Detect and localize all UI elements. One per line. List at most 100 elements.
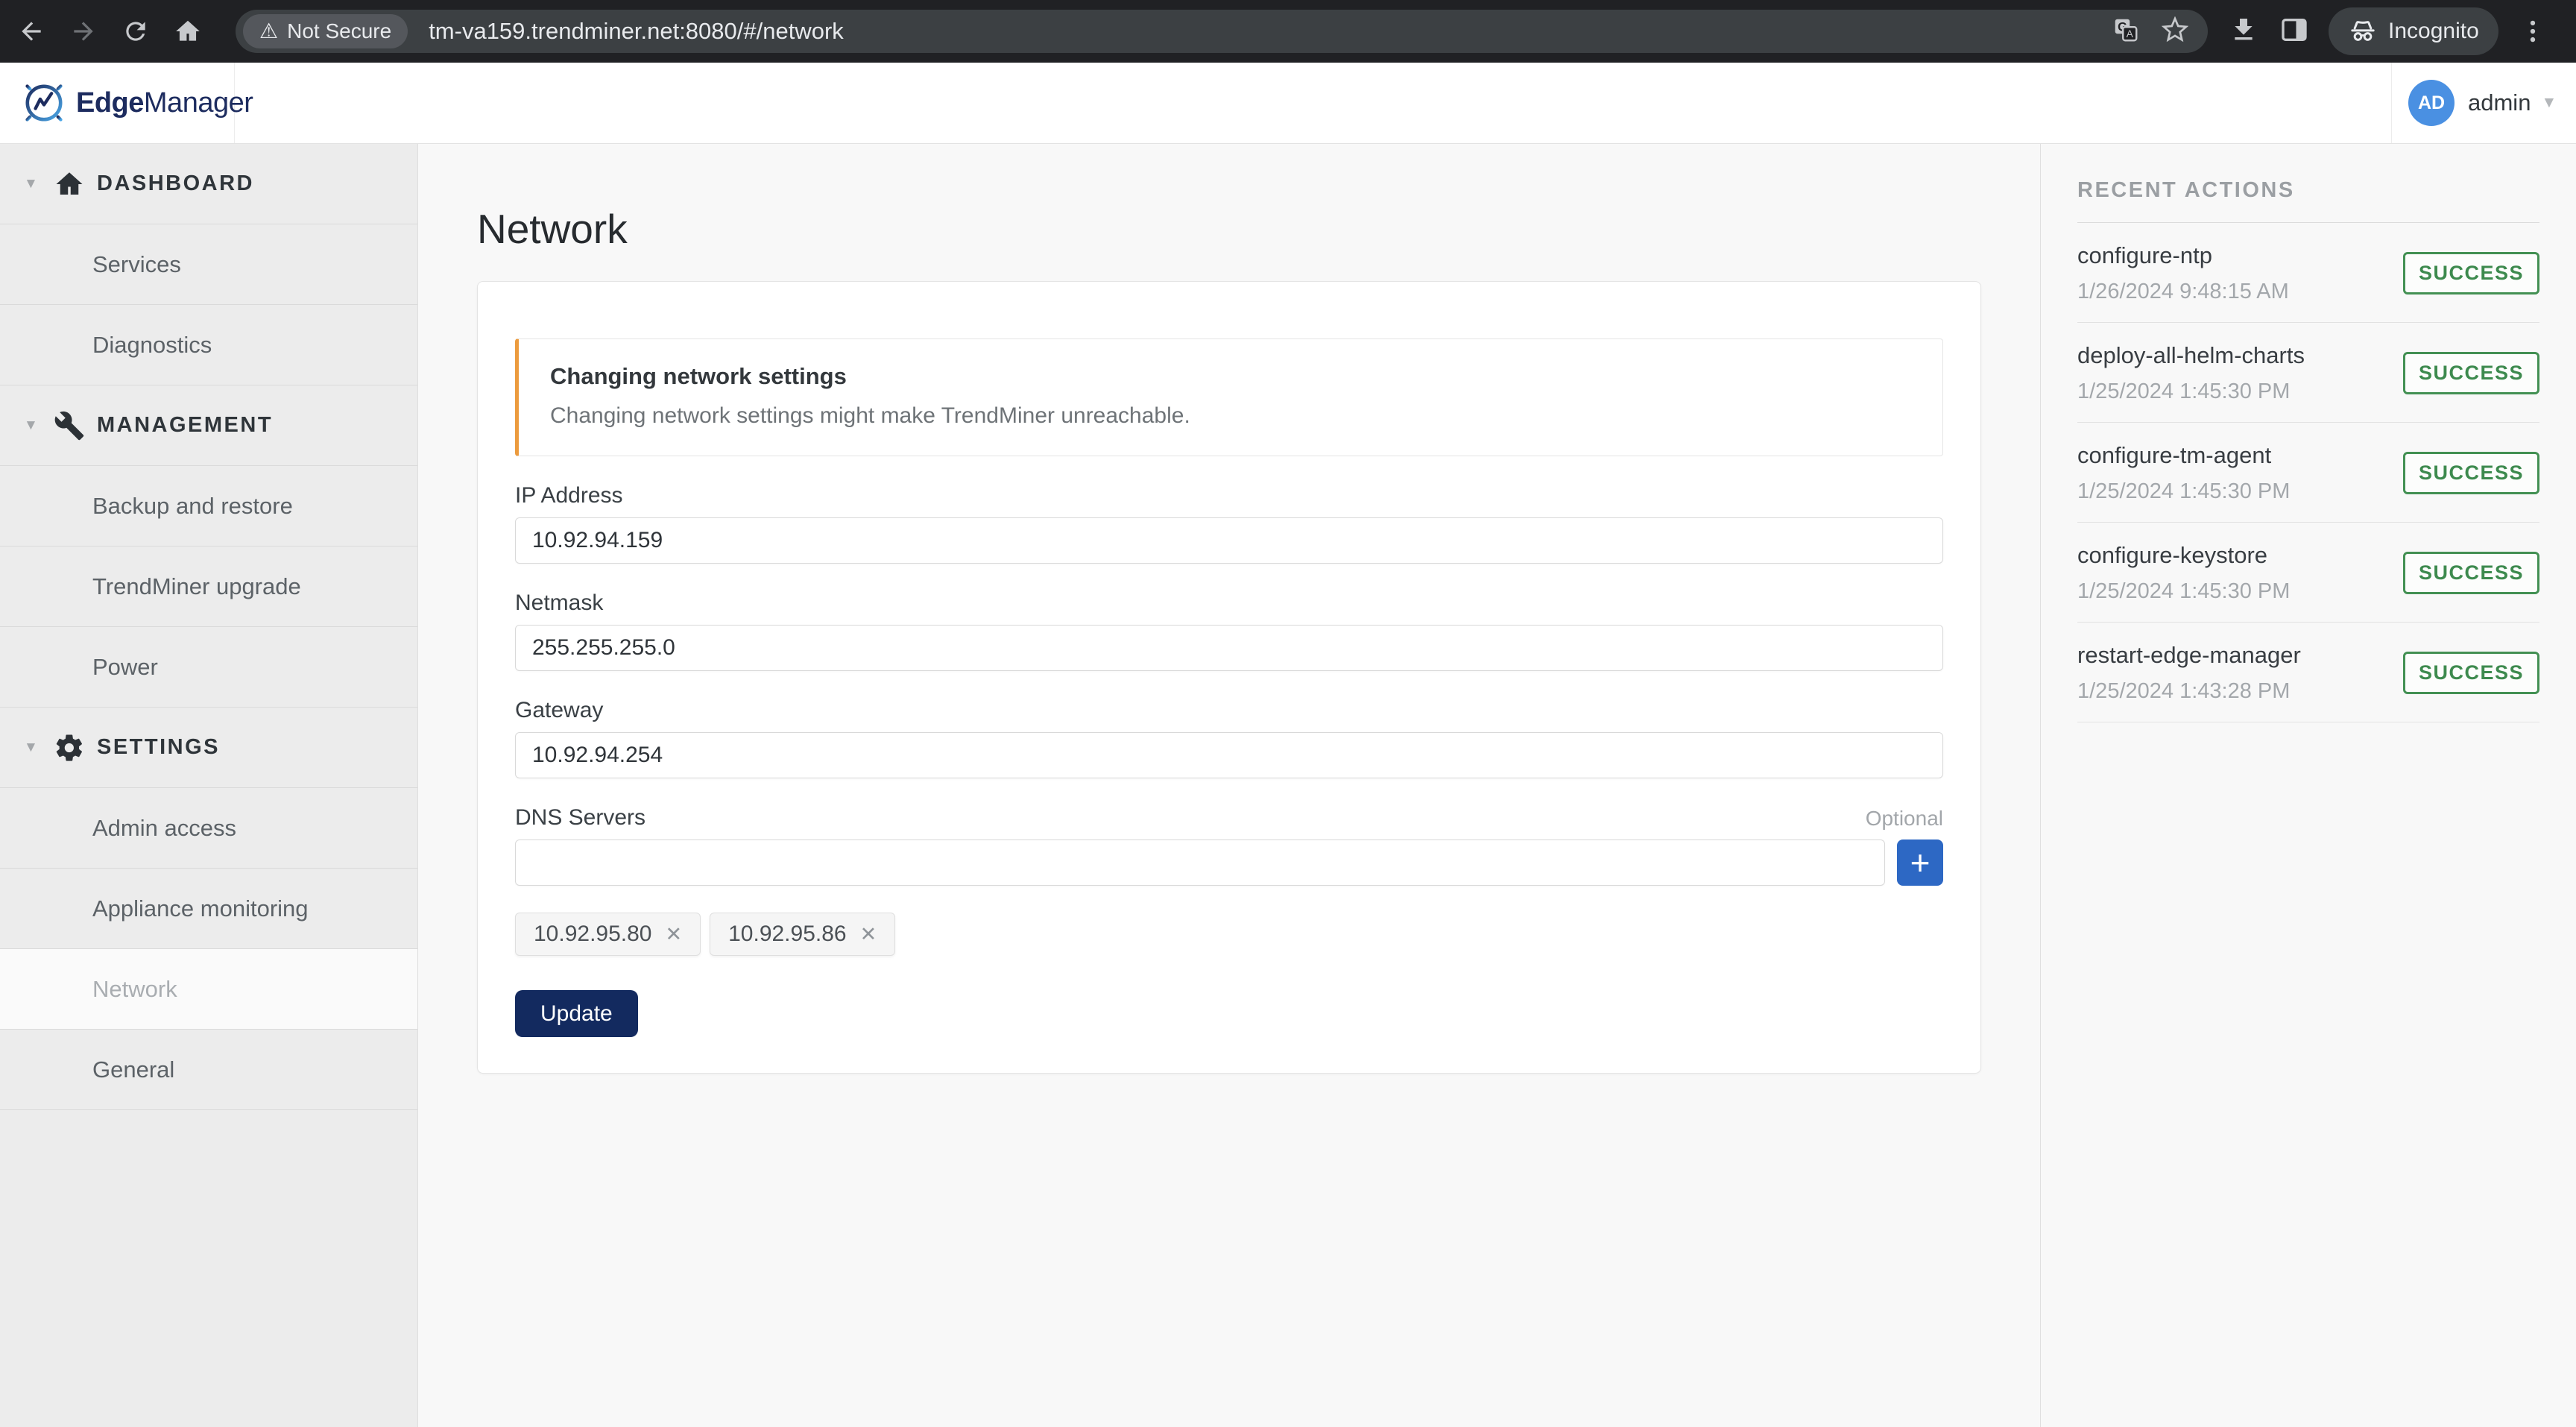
wrench-icon: [52, 410, 86, 441]
sidebar-section-dashboard[interactable]: ▼ DASHBOARD: [0, 144, 417, 224]
sidebar-item-label: General: [92, 1056, 174, 1083]
download-icon[interactable]: [2229, 15, 2258, 48]
close-icon[interactable]: ✕: [665, 923, 682, 946]
warning-callout-title: Changing network settings: [550, 363, 1913, 390]
dns-server-input[interactable]: [515, 839, 1885, 886]
gear-icon: [52, 732, 86, 763]
warning-callout-message: Changing network settings might make Tre…: [550, 403, 1913, 429]
netmask-label: Netmask: [515, 590, 1943, 616]
sidebar-item-label: Network: [92, 976, 177, 1003]
not-secure-chip[interactable]: ⚠ Not Secure: [243, 14, 408, 48]
sidebar-item-trendminer-upgrade[interactable]: TrendMiner upgrade: [0, 546, 417, 627]
chevron-down-icon: ▼: [24, 176, 42, 192]
home-button[interactable]: [167, 10, 209, 52]
security-label: Not Secure: [287, 19, 391, 43]
sidebar-item-label: Appliance monitoring: [92, 895, 309, 922]
dns-chip: 10.92.95.80 ✕: [515, 913, 701, 956]
ip-address-label: IP Address: [515, 483, 1943, 508]
reload-icon: [121, 17, 150, 45]
sidebar-item-label: Services: [92, 251, 181, 278]
status-badge: SUCCESS: [2403, 652, 2539, 694]
status-badge: SUCCESS: [2403, 452, 2539, 494]
action-timestamp: 1/26/2024 9:48:15 AM: [2077, 280, 2289, 304]
incognito-icon: [2348, 16, 2378, 46]
add-dns-server-button[interactable]: +: [1897, 839, 1943, 886]
sidebar-item-label: Admin access: [92, 815, 236, 842]
status-badge: SUCCESS: [2403, 352, 2539, 394]
browser-menu-button[interactable]: [2512, 10, 2554, 52]
main-content: Network Changing network settings Changi…: [419, 144, 2039, 1427]
sidebar-section-label: SETTINGS: [97, 735, 220, 760]
dns-chips: 10.92.95.80 ✕ 10.92.95.86 ✕: [515, 913, 1943, 956]
app-header: EdgeManager AD admin ▼: [0, 63, 2576, 144]
recent-actions-title: RECENT ACTIONS: [2077, 178, 2539, 203]
back-icon: [17, 17, 45, 45]
reload-button[interactable]: [115, 10, 157, 52]
action-timestamp: 1/25/2024 1:43:28 PM: [2077, 679, 2301, 704]
bookmark-star-icon[interactable]: [2162, 16, 2188, 47]
action-item: configure-keystore 1/25/2024 1:45:30 PM …: [2077, 523, 2539, 623]
kebab-menu-icon: [2519, 17, 2547, 45]
sidebar-item-diagnostics[interactable]: Diagnostics: [0, 305, 417, 385]
action-name: configure-ntp: [2077, 242, 2289, 269]
sidebar-section-label: MANAGEMENT: [97, 413, 273, 438]
sidebar-section-settings[interactable]: ▼ SETTINGS: [0, 708, 417, 788]
action-timestamp: 1/25/2024 1:45:30 PM: [2077, 379, 2305, 404]
sidebar-section-label: DASHBOARD: [97, 171, 254, 196]
action-timestamp: 1/25/2024 1:45:30 PM: [2077, 579, 2290, 604]
home-icon: [52, 168, 86, 200]
dns-chip-value: 10.92.95.80: [534, 922, 651, 947]
action-name: deploy-all-helm-charts: [2077, 342, 2305, 369]
sidebar-item-label: TrendMiner upgrade: [92, 573, 301, 600]
brand-name: EdgeManager: [76, 87, 253, 119]
page-title: Network: [477, 205, 2039, 253]
dns-servers-label: DNS Servers: [515, 805, 645, 831]
status-badge: SUCCESS: [2403, 552, 2539, 594]
optional-hint: Optional: [1866, 807, 1943, 831]
gateway-label: Gateway: [515, 698, 1943, 723]
sidebar-item-network[interactable]: Network: [0, 949, 417, 1030]
sidebar-item-admin-access[interactable]: Admin access: [0, 788, 417, 869]
url-bar[interactable]: ⚠ Not Secure tm-va159.trendminer.net:808…: [236, 10, 2208, 53]
user-menu[interactable]: AD admin ▼: [2391, 63, 2576, 143]
close-icon[interactable]: ✕: [860, 923, 877, 946]
action-name: configure-keystore: [2077, 542, 2290, 569]
sidebar-section-management[interactable]: ▼ MANAGEMENT: [0, 385, 417, 466]
browser-home-icon: [174, 17, 202, 45]
action-item: configure-ntp 1/26/2024 9:48:15 AM SUCCE…: [2077, 223, 2539, 323]
action-item: configure-tm-agent 1/25/2024 1:45:30 PM …: [2077, 423, 2539, 523]
incognito-badge[interactable]: Incognito: [2329, 7, 2498, 55]
edgemanager-logo-icon: [19, 78, 69, 127]
ip-address-input[interactable]: [515, 517, 1943, 564]
chevron-down-icon: ▼: [24, 740, 42, 756]
sidebar-item-power[interactable]: Power: [0, 627, 417, 708]
url-text: tm-va159.trendminer.net:8080/#/network: [429, 18, 844, 45]
action-name: restart-edge-manager: [2077, 642, 2301, 669]
update-button[interactable]: Update: [515, 990, 638, 1037]
forward-button[interactable]: [63, 10, 104, 52]
incognito-label: Incognito: [2388, 19, 2479, 44]
network-settings-card: Changing network settings Changing netwo…: [477, 281, 1981, 1074]
action-item: restart-edge-manager 1/25/2024 1:43:28 P…: [2077, 623, 2539, 722]
gateway-input[interactable]: [515, 732, 1943, 778]
chevron-down-icon: ▼: [24, 418, 42, 434]
brand-logo[interactable]: EdgeManager: [0, 63, 235, 143]
translate-icon[interactable]: GA: [2112, 16, 2139, 47]
netmask-input[interactable]: [515, 625, 1943, 671]
svg-text:A: A: [2127, 28, 2133, 40]
plus-icon: +: [1910, 841, 1931, 884]
sidebar-item-general[interactable]: General: [0, 1030, 417, 1110]
sidebar-item-backup-and-restore[interactable]: Backup and restore: [0, 466, 417, 546]
status-badge: SUCCESS: [2403, 252, 2539, 294]
sidebar-item-services[interactable]: Services: [0, 224, 417, 305]
sidebar-nav: ▼ DASHBOARD Services Diagnostics ▼ MANAG…: [0, 144, 418, 1427]
sidebar-item-appliance-monitoring[interactable]: Appliance monitoring: [0, 869, 417, 949]
warning-callout: Changing network settings Changing netwo…: [515, 338, 1943, 456]
back-button[interactable]: [10, 10, 52, 52]
action-item: deploy-all-helm-charts 1/25/2024 1:45:30…: [2077, 323, 2539, 423]
side-panel-icon[interactable]: [2279, 15, 2309, 48]
recent-actions-panel: RECENT ACTIONS configure-ntp 1/26/2024 9…: [2040, 144, 2576, 1427]
sidebar-item-label: Power: [92, 654, 158, 681]
avatar: AD: [2408, 80, 2455, 126]
chevron-down-icon: ▼: [2541, 94, 2557, 112]
